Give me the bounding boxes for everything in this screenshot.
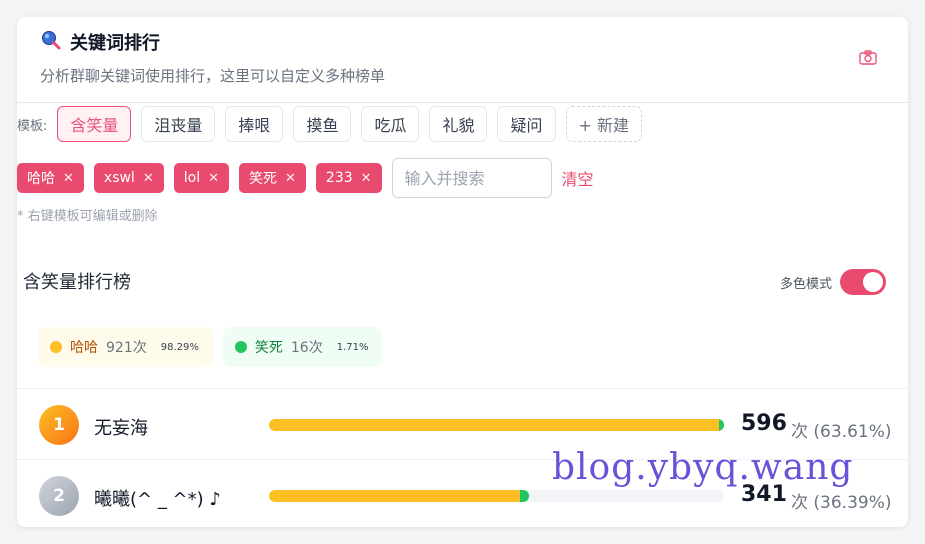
template-button-5[interactable]: 礼貌 bbox=[429, 106, 488, 142]
keyword-tag: 笑死 ✕ bbox=[239, 163, 306, 193]
tag-label: 哈哈 bbox=[27, 171, 55, 187]
multicolor-toggle[interactable] bbox=[840, 269, 886, 295]
stat-keyword: 笑死 bbox=[254, 340, 283, 356]
keyword-tag-row: 哈哈 ✕ xswl ✕ lol ✕ 笑死 ✕ 233 ✕ 清空 bbox=[17, 158, 594, 198]
remove-tag-icon[interactable]: ✕ bbox=[143, 171, 154, 186]
watermark: blog.ybyq.wang bbox=[552, 447, 854, 488]
ranking-title: 含笑量排行榜 bbox=[23, 272, 131, 293]
tag-label: lol bbox=[183, 170, 201, 186]
new-template-button[interactable]: + 新建 bbox=[565, 106, 642, 142]
card-header: 关键词排行 分析群聊关键词使用排行，这里可以自定义多种榜单 bbox=[17, 17, 908, 103]
camera-icon[interactable] bbox=[858, 48, 878, 68]
multicolor-mode: 多色模式 bbox=[780, 269, 886, 295]
template-button-4[interactable]: 吃瓜 bbox=[361, 106, 420, 142]
keyword-count: 596 bbox=[741, 411, 787, 436]
rank-badge: 1 bbox=[39, 405, 79, 445]
progress-bar bbox=[269, 490, 724, 502]
keyword-tag: xswl ✕ bbox=[93, 163, 164, 193]
template-label: 模板: bbox=[17, 118, 48, 134]
keyword-tag: 哈哈 ✕ bbox=[17, 163, 84, 193]
template-button-1[interactable]: 沮丧量 bbox=[141, 106, 216, 142]
remove-tag-icon[interactable]: ✕ bbox=[361, 171, 372, 186]
rank-badge: 2 bbox=[39, 476, 79, 516]
remove-tag-icon[interactable]: ✕ bbox=[208, 171, 219, 186]
member-name: 无妄海 bbox=[94, 418, 148, 439]
progress-bar bbox=[269, 419, 724, 431]
template-hint: * 右键模板可编辑或删除 bbox=[17, 209, 158, 224]
magnifier-icon bbox=[40, 29, 62, 55]
keyword-tag: 233 ✕ bbox=[315, 163, 382, 193]
tag-label: xswl bbox=[103, 170, 135, 186]
page-subtitle: 分析群聊关键词使用排行，这里可以自定义多种榜单 bbox=[40, 67, 386, 85]
status-dot bbox=[50, 341, 62, 353]
template-button-2[interactable]: 捧哏 bbox=[225, 106, 284, 142]
bar-segment-secondary bbox=[719, 419, 724, 431]
stat-chip: 哈哈 921次 98.29% bbox=[38, 327, 213, 367]
multicolor-mode-label: 多色模式 bbox=[779, 276, 832, 292]
stat-chip: 笑死 16次 1.71% bbox=[222, 327, 383, 367]
stat-keyword: 哈哈 bbox=[70, 340, 98, 356]
remove-tag-icon[interactable]: ✕ bbox=[63, 171, 74, 186]
stat-percent: 1.71% bbox=[336, 341, 369, 353]
count-percent: 次 (63.61%) bbox=[791, 422, 892, 442]
keyword-search-input[interactable] bbox=[391, 158, 552, 198]
stat-percent: 98.29% bbox=[160, 341, 199, 353]
tag-label: 笑死 bbox=[249, 171, 277, 187]
template-row: 模板: 含笑量 沮丧量 捧哏 摸鱼 吃瓜 礼貌 疑问 + 新建 bbox=[17, 106, 642, 142]
keyword-stats: 哈哈 921次 98.29% 笑死 16次 1.71% bbox=[38, 327, 383, 367]
count-percent: 次 (36.39%) bbox=[791, 493, 892, 513]
title-row: 关键词排行 bbox=[40, 29, 160, 55]
tag-label: 233 bbox=[325, 170, 353, 186]
member-name: 曦曦(^ _ ^*) ♪ bbox=[94, 489, 221, 510]
template-button-6[interactable]: 疑问 bbox=[497, 106, 556, 142]
stat-count: 16次 bbox=[290, 340, 323, 356]
clear-button[interactable]: 清空 bbox=[562, 166, 594, 190]
bar-segment-secondary bbox=[520, 490, 530, 502]
stat-count: 921次 bbox=[106, 340, 147, 356]
bar-segment-main bbox=[269, 490, 521, 502]
remove-tag-icon[interactable]: ✕ bbox=[285, 171, 296, 186]
template-button-0[interactable]: 含笑量 bbox=[57, 106, 132, 142]
page-title: 关键词排行 bbox=[70, 33, 160, 54]
keyword-tag: lol ✕ bbox=[173, 163, 229, 193]
template-button-3[interactable]: 摸鱼 bbox=[293, 106, 352, 142]
status-dot bbox=[234, 341, 247, 353]
bar-segment-main bbox=[269, 419, 720, 431]
